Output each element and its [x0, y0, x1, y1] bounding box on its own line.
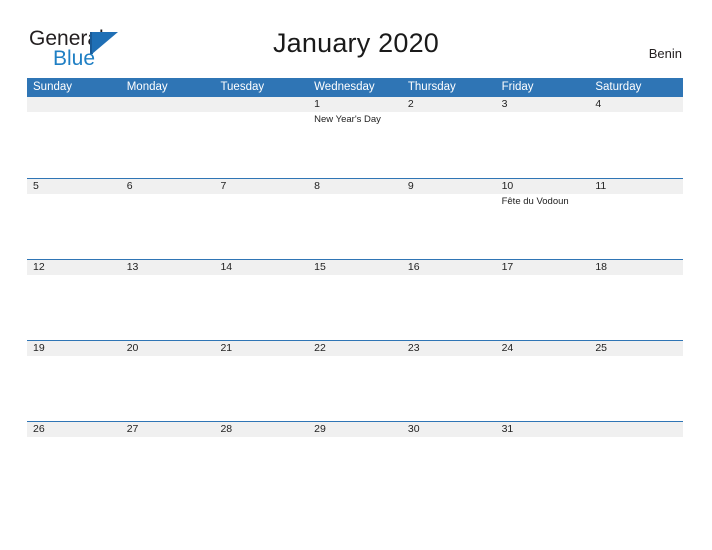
day-event: [589, 437, 683, 501]
day-number[interactable]: 11: [589, 179, 683, 194]
day-event: [121, 356, 215, 420]
page-title: January 2020: [272, 28, 440, 58]
day-event: [214, 112, 308, 176]
calendar-grid: Sunday Monday Tuesday Wednesday Thursday…: [27, 78, 683, 502]
day-number[interactable]: 17: [496, 260, 590, 275]
day-number[interactable]: 12: [27, 260, 121, 275]
week-date-band: 19 20 21 22 23 24 25: [27, 341, 683, 356]
day-event: [589, 112, 683, 176]
day-event: [589, 356, 683, 420]
day-event: [402, 437, 496, 501]
day-number[interactable]: [589, 422, 683, 437]
weekday-header-row: Sunday Monday Tuesday Wednesday Thursday…: [27, 78, 683, 97]
day-number[interactable]: [121, 97, 215, 112]
day-event: [308, 194, 402, 258]
day-number[interactable]: 25: [589, 341, 683, 356]
day-event: New Year's Day: [314, 114, 381, 125]
day-event: [308, 437, 402, 501]
day-event: [496, 437, 590, 501]
day-event: [121, 275, 215, 339]
day-number[interactable]: 4: [589, 97, 683, 112]
day-number[interactable]: 23: [402, 341, 496, 356]
day-number[interactable]: 8: [308, 179, 402, 194]
day-event: [308, 275, 402, 339]
weekday-header-tuesday: Tuesday: [220, 81, 265, 93]
day-number[interactable]: 19: [27, 341, 121, 356]
day-event: [496, 356, 590, 420]
day-event: [402, 275, 496, 339]
day-number[interactable]: 21: [214, 341, 308, 356]
day-number[interactable]: 14: [214, 260, 308, 275]
country-label: Benin: [648, 46, 682, 61]
week-date-band: 5 6 7 8 9 10 11: [27, 179, 683, 194]
week-date-band: 1 2 3 4: [27, 97, 683, 112]
weekday-header-saturday: Saturday: [595, 81, 642, 93]
day-number[interactable]: 6: [121, 179, 215, 194]
day-number[interactable]: 15: [308, 260, 402, 275]
day-event: [214, 275, 308, 339]
week-event-band: [27, 437, 683, 501]
day-number[interactable]: 5: [27, 179, 121, 194]
day-number[interactable]: 22: [308, 341, 402, 356]
day-event: [27, 194, 121, 258]
weekday-header-thursday: Thursday: [407, 81, 456, 93]
day-number[interactable]: 16: [402, 260, 496, 275]
day-number[interactable]: 30: [402, 422, 496, 437]
day-event: [214, 194, 308, 258]
day-number[interactable]: 27: [121, 422, 215, 437]
day-number[interactable]: 10: [496, 179, 590, 194]
day-number[interactable]: 2: [402, 97, 496, 112]
day-number[interactable]: [27, 97, 121, 112]
day-number[interactable]: 1: [308, 97, 402, 112]
calendar-week-row: 26 27 28 29 30 31: [27, 421, 683, 502]
day-event: [121, 437, 215, 501]
week-date-band: 26 27 28 29 30 31: [27, 422, 683, 437]
weekday-header-friday: Friday: [501, 81, 534, 93]
day-number[interactable]: 9: [402, 179, 496, 194]
day-event: [27, 437, 121, 501]
day-number[interactable]: 7: [214, 179, 308, 194]
weekday-header-monday: Monday: [126, 81, 168, 93]
day-event: Fête du Vodoun: [501, 196, 569, 207]
day-event: [589, 275, 683, 339]
day-number[interactable]: 3: [496, 97, 590, 112]
day-event: [214, 437, 308, 501]
day-event: [121, 194, 215, 258]
day-event: [27, 112, 121, 176]
page-header: General Blue January 2020 Benin: [0, 0, 712, 76]
week-date-band: 12 13 14 15 16 17 18: [27, 260, 683, 275]
week-event-band: New Year's Day: [27, 112, 683, 176]
calendar-week-row: 19 20 21 22 23 24 25: [27, 340, 683, 421]
weekday-header-wednesday: Wednesday: [314, 81, 375, 93]
day-number[interactable]: 29: [308, 422, 402, 437]
day-number[interactable]: 20: [121, 341, 215, 356]
day-event: [121, 112, 215, 176]
day-event: [308, 356, 402, 420]
day-event: [27, 275, 121, 339]
day-number[interactable]: 13: [121, 260, 215, 275]
day-event: [27, 356, 121, 420]
day-number[interactable]: 18: [589, 260, 683, 275]
week-event-band: Fête du Vodoun: [27, 194, 683, 258]
day-number[interactable]: 26: [27, 422, 121, 437]
day-event: [402, 194, 496, 258]
day-number[interactable]: 28: [214, 422, 308, 437]
calendar-week-row: 12 13 14 15 16 17 18: [27, 259, 683, 340]
day-number[interactable]: [214, 97, 308, 112]
week-event-band: [27, 275, 683, 339]
week-event-band: [27, 356, 683, 420]
calendar-week-row: 5 6 7 8 9 10 11 Fête du Vodoun: [27, 178, 683, 259]
day-event: [496, 112, 590, 176]
day-number[interactable]: 31: [496, 422, 590, 437]
day-event: [496, 275, 590, 339]
calendar-week-row: 1 2 3 4 New Year's Day: [27, 97, 683, 178]
weekday-header-sunday: Sunday: [33, 81, 73, 93]
day-event: [589, 194, 683, 258]
day-event: [402, 112, 496, 176]
day-event: [214, 356, 308, 420]
day-event: [402, 356, 496, 420]
day-number[interactable]: 24: [496, 341, 590, 356]
